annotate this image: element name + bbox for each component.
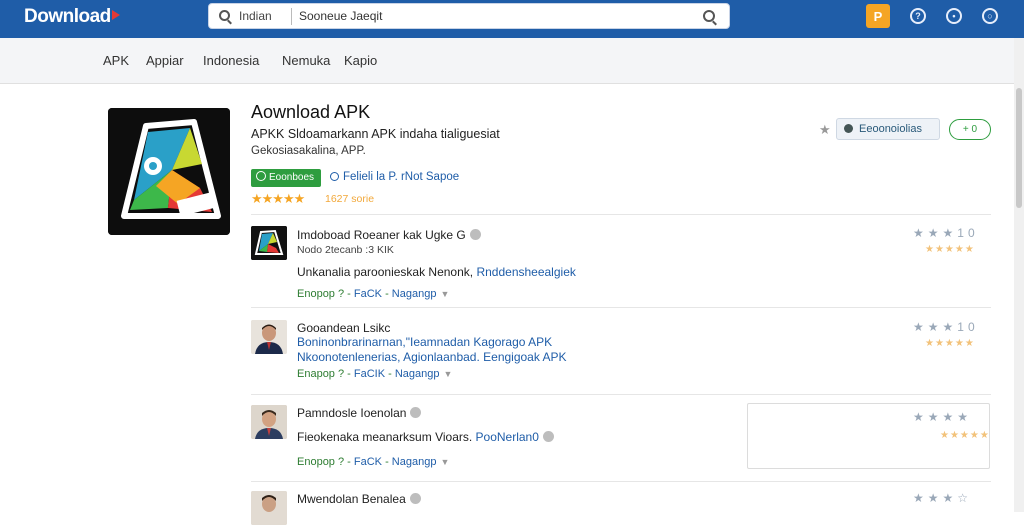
row-body-link[interactable]: PooNerlan0 [476, 430, 539, 444]
app-rating-stars: ★★★★★ [251, 191, 305, 206]
list-item-subtitle: Nodo 2tecanb :3 KIK [297, 244, 394, 256]
row-body-text: Fieokenaka meanarksum Vioars. [297, 430, 476, 444]
logo-arrow-icon [111, 9, 120, 20]
verified-icon [410, 407, 422, 418]
download-badge-label: Eoonboes [269, 172, 315, 183]
scrollbar-thumb[interactable] [1016, 88, 1022, 208]
tag-a[interactable]: Enopop ? - [297, 456, 351, 468]
top-icons: P ? • ○ [866, 4, 998, 28]
emoji-icon [542, 431, 554, 442]
location-icon [330, 172, 339, 181]
avatar-photo [251, 320, 287, 354]
search-scope[interactable]: Indian [239, 9, 272, 23]
category-nav: APK Appiar Indonesia Nemuka Kapio [0, 38, 1024, 84]
avatar-photo [251, 405, 287, 439]
details-button[interactable]: Eeoonoiolias [836, 118, 940, 140]
app-description: APKK Sldoamarkann APK indaha tialiguesia… [251, 127, 500, 141]
list-item-title[interactable]: Gooandean Lsikc [297, 321, 390, 335]
download-badge[interactable]: Eoonboes [251, 169, 321, 187]
list-item-avatar[interactable] [251, 491, 287, 525]
row-title-text: Mwendolan Benalea [297, 492, 406, 506]
list-item-body: Fieokenaka meanarksum Vioars. PooNerlan0 [297, 430, 554, 444]
list-item-link-2[interactable]: Nkoonotenlenerias, Agionlaanbad. Eengigo… [297, 350, 567, 364]
nav-item-appiar[interactable]: Appiar [146, 53, 184, 68]
tag-a[interactable]: Enopop ? - [297, 288, 351, 300]
list-item-avatar[interactable] [251, 320, 287, 354]
search-input[interactable] [299, 9, 679, 23]
row-rating-yellow: ★★★★★ [940, 430, 990, 441]
list-item-avatar[interactable] [251, 405, 287, 439]
divider [251, 214, 991, 215]
search-scope-icon [219, 10, 230, 21]
chevron-down-icon[interactable]: ▼ [440, 289, 449, 299]
search-icon[interactable] [703, 10, 715, 22]
divider [251, 307, 991, 308]
nav-item-kapio[interactable]: Kapio [344, 53, 377, 68]
verified-icon [469, 229, 481, 240]
list-item-thumbnail[interactable] [251, 226, 287, 260]
app-subdescription: Gekosiasakalina, APP. [251, 145, 366, 157]
list-item-tags: Enapop ? - FaCIK - Nagangp ▼ [297, 368, 453, 380]
logo-text: Download [24, 6, 111, 27]
avatar-photo [251, 491, 287, 525]
chat-icon[interactable]: ○ [982, 8, 998, 24]
site-logo[interactable]: Download [24, 6, 120, 28]
list-item-tags: Enopop ? - FaCK - Nagangp ▼ [297, 456, 450, 468]
search-divider [291, 8, 292, 25]
user-icon[interactable]: • [946, 8, 962, 24]
row-title-text: Imdoboad Roeaner kak Ugke G [297, 228, 466, 242]
row-title-text: Pamndosle Ioenolan [297, 406, 407, 420]
app-title: Aownload APK [251, 102, 371, 122]
page-scrollbar[interactable] [1014, 38, 1024, 512]
divider [251, 481, 991, 482]
app-meta-text: Felieli la P. rNot Sapoe [343, 171, 460, 183]
divider [251, 394, 991, 395]
row-rating-gray: ★★★10 [913, 320, 979, 334]
help-icon[interactable]: ? [910, 8, 926, 24]
details-button-label: Eeoonoiolias [859, 123, 922, 135]
list-item-link[interactable]: Boninonbrarinarnan,"Ieamnadan Kagorago A… [297, 335, 552, 349]
tag-c[interactable]: Nagangp [392, 288, 437, 300]
nav-item-nemuka[interactable]: Nemuka [282, 53, 330, 68]
tag-b[interactable]: FaCK [354, 456, 382, 468]
tag-b[interactable]: FaCIK [354, 368, 385, 380]
list-item-title[interactable]: Pamndosle Ioenolan [297, 406, 422, 420]
box-app-icon[interactable]: P [866, 4, 890, 28]
app-logo-graphic [108, 108, 230, 235]
tag-b[interactable]: FaCK [354, 288, 382, 300]
nav-item-apk[interactable]: APK [103, 53, 129, 68]
row-rating-gray: ★★★★ [913, 410, 973, 424]
favorite-star-icon[interactable]: ★ [819, 122, 831, 138]
chevron-down-icon[interactable]: ▼ [444, 369, 453, 379]
list-item-body: Unkanalia paroonieskak Nenonk, Rnddenshe… [297, 265, 576, 279]
row-rating-gray: ★★★10 [913, 226, 979, 240]
verified-icon [409, 493, 421, 504]
app-rating-text: 1627 sorie [325, 193, 375, 205]
row-rating-yellow: ★★★★★ [925, 338, 975, 349]
tag-c[interactable]: Nagangp [392, 456, 437, 468]
app-meta-link[interactable]: Felieli la P. rNot Sapoe [330, 171, 459, 183]
chevron-down-icon[interactable]: ▼ [440, 457, 449, 467]
list-item-title[interactable]: Mwendolan Benalea [297, 492, 421, 506]
nav-item-indonesia[interactable]: Indonesia [203, 53, 259, 68]
row-body-link[interactable]: Rnddensheealgiek [476, 265, 575, 279]
tag-a[interactable]: Enapop ? - [297, 368, 351, 380]
row-rating-yellow: ★★★★★ [925, 244, 975, 255]
top-bar: Download Indian P ? • ○ [0, 0, 1024, 38]
search-bar[interactable]: Indian [208, 3, 730, 29]
list-item-tags: Enopop ? - FaCK - Nagangp ▼ [297, 288, 450, 300]
details-icon [844, 124, 853, 133]
tag-c[interactable]: Nagangp [395, 368, 440, 380]
list-item-title[interactable]: Imdoboad Roeaner kak Ugke G [297, 228, 481, 242]
app-icon [108, 108, 230, 235]
row-app-icon [251, 226, 287, 260]
row-rating-gray: ★★★☆ [913, 491, 973, 505]
row-body-text: Unkanalia paroonieskak Nenonk, [297, 265, 477, 279]
add-button[interactable]: + 0 [949, 119, 991, 140]
